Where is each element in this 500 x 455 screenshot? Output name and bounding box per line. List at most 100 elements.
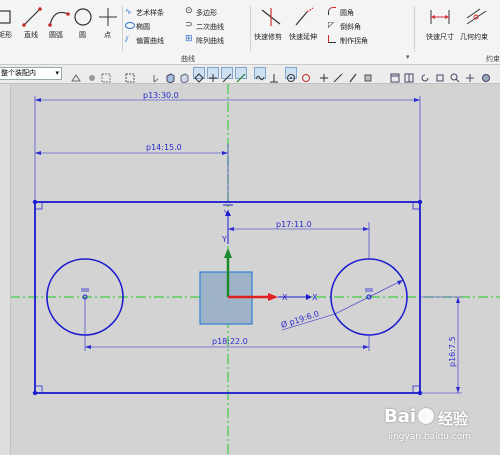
offset-curve-tool[interactable]: ⫽ 偏置曲线 <box>125 35 181 45</box>
refresh-icon <box>421 74 429 82</box>
snap-intersect-button[interactable] <box>332 67 344 83</box>
fit-view-button[interactable] <box>434 67 446 82</box>
quick-dimension-icon <box>430 10 450 24</box>
pan-icon <box>466 74 474 82</box>
view-layout-button[interactable] <box>403 67 415 83</box>
circle-tool[interactable]: 圆 <box>72 4 94 39</box>
quick-dimension-tool[interactable]: 快速尺寸 <box>424 4 458 44</box>
quick-trim-label: 快速修剪 <box>254 33 282 41</box>
conic-tool[interactable]: ⊃ 二次曲线 <box>185 20 241 31</box>
dim-p16[interactable]: p16:7.5 <box>448 336 457 367</box>
pattern-curve-icon: ⊞ <box>185 34 193 44</box>
polygon-tool[interactable]: ⊙ 多边形 <box>185 6 241 17</box>
select-all-button[interactable] <box>100 67 112 83</box>
snap-existing-button[interactable] <box>347 67 359 83</box>
view-orient-button[interactable] <box>389 67 401 83</box>
snap-curve-button[interactable] <box>221 67 233 83</box>
line-tool[interactable]: 直线 <box>20 4 44 39</box>
make-corner-icon <box>328 35 336 43</box>
geometric-constraint-label: 几何约束 <box>460 33 488 41</box>
equal-mark <box>365 288 373 292</box>
dim-arrow <box>456 297 460 303</box>
zoom-button[interactable] <box>449 67 461 83</box>
point-tool[interactable]: 点 <box>97 4 119 39</box>
ellipse-tool[interactable]: 椭圆 <box>125 21 181 31</box>
studio-spline-tool[interactable]: ∿ 艺术样条 <box>125 7 181 17</box>
refresh-button[interactable] <box>419 67 431 82</box>
ribbon-overflow-icon[interactable]: ▾ <box>406 53 410 61</box>
render-button[interactable] <box>480 67 492 82</box>
dim-p17[interactable]: p17:11.0 <box>276 220 312 229</box>
snap-center-button[interactable] <box>285 67 297 82</box>
rectangle-tool[interactable]: 矩形 <box>0 4 18 39</box>
corner-point[interactable] <box>32 390 38 396</box>
polygon-label: 多边形 <box>196 9 217 17</box>
csys-x-arrow <box>268 293 278 301</box>
plus-icon <box>320 74 328 82</box>
dim-p14[interactable]: p14:15.0 <box>146 143 182 152</box>
snap-quadrant-button[interactable] <box>300 67 312 82</box>
point-label: 点 <box>104 31 111 39</box>
selection-scope-dropdown[interactable]: 整个装配内 ▾ <box>0 67 62 80</box>
chamfer-tool[interactable]: ◸ 倒斜角 <box>328 20 378 31</box>
cube-icon <box>166 73 175 84</box>
make-corner-tool[interactable]: 制作拐角 <box>328 35 386 45</box>
snap-midpoint-button[interactable] <box>207 67 219 82</box>
dim-p13[interactable]: p13:30.0 <box>143 91 179 100</box>
geometric-constraint-tool[interactable]: 几何约束 <box>460 4 500 44</box>
line-label: 直线 <box>24 31 38 39</box>
dim-p19[interactable]: Ø p19:6.0 <box>280 308 321 330</box>
line-icon <box>22 7 42 27</box>
snap-line-button[interactable] <box>235 67 247 83</box>
snap-point-button[interactable] <box>318 67 330 82</box>
conic-icon: ⊃ <box>185 20 193 30</box>
polygon-icon: ⊙ <box>185 6 193 16</box>
offset-curve-label: 偏置曲线 <box>136 37 164 45</box>
display-mode-button[interactable] <box>178 67 190 84</box>
spline-icon: ∿ <box>125 7 132 16</box>
midpoint-constraint-mark <box>223 201 233 206</box>
snap-spline-button[interactable] <box>254 67 266 81</box>
snap-perp-button[interactable] <box>268 67 280 83</box>
quick-extend-tool[interactable]: 快速延伸 <box>289 4 320 44</box>
snap-cross-icon <box>209 74 217 82</box>
filter-settings-button[interactable] <box>70 67 82 82</box>
view-triad-icon <box>153 75 159 83</box>
slash-icon <box>236 73 246 83</box>
dim-p18[interactable]: p18:22.0 <box>212 337 248 346</box>
shaded-view-button[interactable] <box>164 67 176 84</box>
chamfer-icon: ◸ <box>328 20 335 29</box>
fit-icon <box>436 74 444 82</box>
watermark-url: jingyan.baidu.com <box>388 432 472 442</box>
ribbon: 矩形 直线 圆弧 圆 点 ∿ 艺术样条 椭圆 ⫽ 偏置曲线 ⊙ 多边形 ⊃ 二次… <box>0 0 500 65</box>
pan-button[interactable] <box>464 67 476 82</box>
watermark-brand: Bai <box>384 406 417 427</box>
point-icon <box>99 8 117 26</box>
fillet-tool[interactable]: 圆角 <box>328 7 378 17</box>
dim-arrow <box>35 98 41 102</box>
dim-arrow <box>228 227 234 231</box>
pattern-curve-tool[interactable]: ⊞ 阵列曲线 <box>185 34 241 45</box>
view-triad-button[interactable] <box>148 67 160 83</box>
circle-icon <box>74 8 92 26</box>
slash-icon <box>222 73 232 83</box>
dim-arrow <box>414 98 420 102</box>
csys-x-label: X <box>282 293 288 302</box>
sketch-y-label: Y <box>223 209 229 218</box>
rect-select-button[interactable] <box>124 67 136 83</box>
snap-endpoint-button[interactable] <box>193 67 205 83</box>
sketch-svg[interactable]: Y X X Y p13:30.0 p14:15.0 p17:11.0 p18:2… <box>0 84 500 455</box>
left-resource-bar[interactable] <box>0 84 11 455</box>
sketch-canvas[interactable]: Y X X Y p13:30.0 p14:15.0 p17:11.0 p18:2… <box>0 84 500 455</box>
highlight-button[interactable] <box>86 67 98 81</box>
arc-tool[interactable]: 圆弧 <box>46 4 72 39</box>
ellipse-label: 椭圆 <box>136 23 150 31</box>
arc-label: 圆弧 <box>49 31 63 39</box>
target-icon <box>287 74 295 82</box>
make-corner-label: 制作拐角 <box>340 37 368 45</box>
offset-curve-icon: ⫽ <box>125 35 129 44</box>
dim-arrow <box>456 387 460 393</box>
snap-icon <box>71 74 81 82</box>
snap-face-button[interactable] <box>362 67 374 82</box>
quick-trim-tool[interactable]: 快速修剪 <box>254 4 286 44</box>
